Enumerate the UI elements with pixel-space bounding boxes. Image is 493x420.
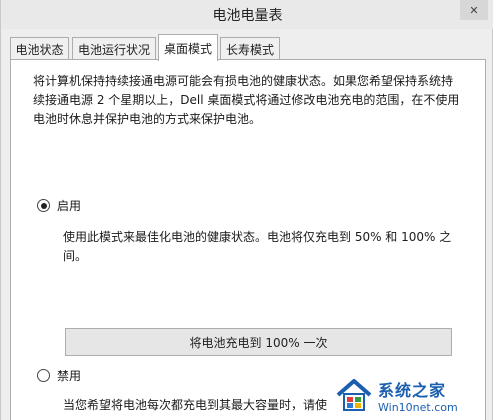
description-line: 电池时休息并保护电池的方式来保护电池。 [33, 112, 262, 126]
site-watermark: 系统之家 Win10net.com [334, 372, 484, 418]
disable-label: 禁用 [57, 369, 82, 383]
disable-radio-button[interactable] [37, 369, 50, 382]
mode-description: 将计算机保持持续接通电源可能会有损电池的健康状态。如果您希望保持系统持 续接通电… [33, 72, 473, 129]
enable-radio-button[interactable] [37, 199, 50, 212]
enable-label: 启用 [57, 199, 82, 213]
description-line: 续接通电源 2 个星期以上，Dell 桌面模式将通过修改电池充电的范围，在不使用 [33, 93, 460, 107]
enable-desc-line: 间。 [63, 249, 88, 263]
tab-longevity-mode[interactable]: 长寿模式 [220, 37, 280, 60]
watermark-text: 系统之家 Win10net.com [378, 377, 458, 414]
description-line: 将计算机保持持续接通电源可能会有损电池的健康状态。如果您希望保持系统持 [33, 74, 454, 88]
charge-to-full-button[interactable]: 将电池充电到 100% 一次 [65, 328, 452, 356]
enable-radio-option[interactable]: 启用 [37, 197, 81, 214]
tab-desktop-mode[interactable]: 桌面模式 [158, 34, 218, 61]
watermark-subtitle: Win10net.com [378, 400, 458, 414]
tab-battery-health[interactable]: 电池运行状况 [72, 37, 156, 60]
close-button[interactable]: ✕ [460, 0, 488, 20]
house-logo-icon [336, 379, 372, 411]
title-bar: 电池电量表 ✕ [1, 0, 493, 29]
close-icon: ✕ [469, 3, 479, 17]
enable-description: 使用此模式来最佳化电池的健康状态。电池将仅充电到 50% 和 100% 之 间。 [63, 228, 473, 266]
window-title: 电池电量表 [212, 8, 283, 24]
disable-radio-option[interactable]: 禁用 [37, 367, 81, 384]
enable-desc-line: 使用此模式来最佳化电池的健康状态。电池将仅充电到 50% 和 100% 之 [63, 230, 452, 244]
battery-meter-window: 电池电量表 ✕ 电池状态 电池运行状况 桌面模式 长寿模式 将计算机保持持续接通… [0, 0, 493, 420]
watermark-title: 系统之家 [378, 380, 447, 400]
tab-battery-status[interactable]: 电池状态 [10, 37, 69, 60]
tab-panel-desktop-mode: 将计算机保持持续接通电源可能会有损电池的健康状态。如果您希望保持系统持 续接通电… [10, 59, 486, 420]
